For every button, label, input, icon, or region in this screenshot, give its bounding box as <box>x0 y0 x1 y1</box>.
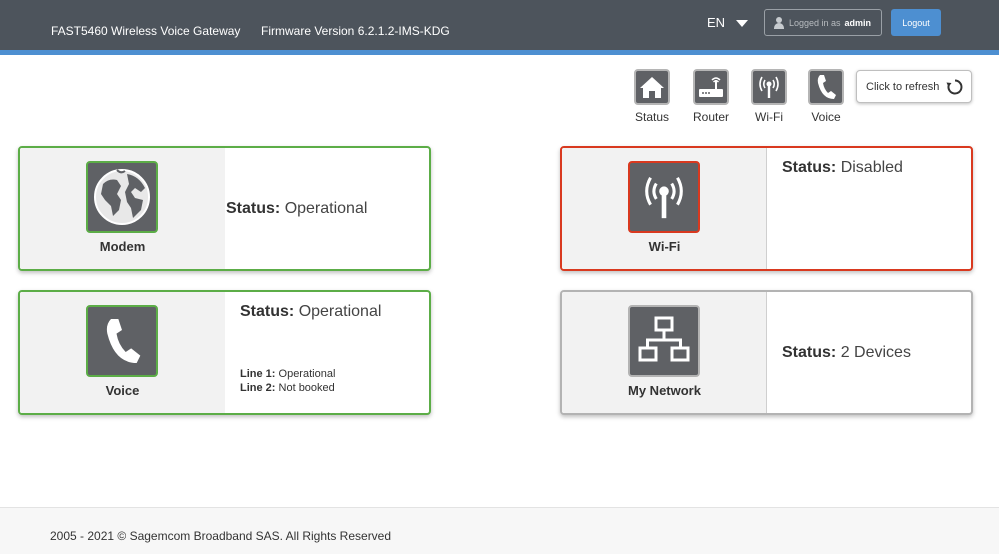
wifi-status: Status: Disabled <box>782 159 903 177</box>
wifi-status-key: Status: <box>782 159 837 176</box>
voice-line-1: Line 1: Operational <box>240 367 335 381</box>
logged-in-label: Logged in as <box>789 17 841 28</box>
voice-status-key: Status: <box>240 303 295 320</box>
voice-line-2-value: Not booked <box>278 382 335 394</box>
voice-line-1-value: Operational <box>278 368 336 380</box>
refresh-icon <box>946 79 963 94</box>
voice-lines: Line 1: Operational Line 2: Not booked <box>240 367 335 395</box>
modem-status: Status: Operational <box>226 200 367 218</box>
quicknav-router[interactable]: Router <box>689 69 733 124</box>
modem-status-value: Operational <box>284 200 368 217</box>
phone-handset-icon <box>808 69 844 105</box>
wifi-status-value: Disabled <box>840 159 903 176</box>
header-accent-line <box>0 50 999 55</box>
device-name: FAST5460 Wireless Voice Gateway <box>51 24 241 38</box>
my-network-status-value: 2 Devices <box>840 344 911 361</box>
router-icon <box>693 69 729 105</box>
modem-card-title: Modem <box>99 239 146 254</box>
voice-line-1-key: Line 1: <box>240 368 276 380</box>
phone-handset-icon <box>86 305 158 377</box>
refresh-button[interactable]: Click to refresh <box>856 70 972 103</box>
quicknav-status-label: Status <box>634 110 670 124</box>
voice-line-2-key: Line 2: <box>240 382 276 394</box>
wifi-card[interactable]: Wi-Fi Status: Disabled <box>560 146 973 271</box>
my-network-status: Status: 2 Devices <box>782 344 911 362</box>
logged-in-user: Logged in as admin <box>764 9 882 36</box>
quicknav-wifi[interactable]: Wi-Fi <box>751 69 787 124</box>
quicknav-router-label: Router <box>692 110 730 124</box>
quicknav-voice[interactable]: Voice <box>808 69 844 124</box>
refresh-label: Click to refresh <box>866 80 940 93</box>
my-network-status-key: Status: <box>782 344 837 361</box>
quicknav-voice-label: Voice <box>811 110 841 124</box>
firmware-version: Firmware Version 6.2.1.2-IMS-KDG <box>261 24 450 38</box>
user-icon <box>774 16 784 29</box>
wifi-antenna-icon <box>628 161 700 233</box>
voice-card[interactable]: Voice Status: Operational Line 1: Operat… <box>18 290 431 415</box>
language-selector[interactable]: EN <box>707 15 749 30</box>
footer: 2005 - 2021 © Sagemcom Broadband SAS. Al… <box>0 508 999 554</box>
voice-status-value: Operational <box>298 303 382 320</box>
username: admin <box>844 17 872 28</box>
network-tree-icon <box>628 305 700 377</box>
chevron-down-icon <box>736 19 749 27</box>
voice-line-2: Line 2: Not booked <box>240 381 335 395</box>
quicknav-status[interactable]: Status <box>632 69 672 124</box>
wifi-antenna-icon <box>751 69 787 105</box>
modem-card[interactable]: Modem Status: Operational <box>18 146 431 271</box>
voice-status: Status: Operational <box>240 303 381 321</box>
language-label: EN <box>707 15 726 30</box>
logout-button[interactable]: Logout <box>891 9 941 36</box>
quicknav-wifi-label: Wi-Fi <box>755 110 783 124</box>
globe-icon <box>86 161 158 233</box>
voice-card-title: Voice <box>105 383 140 398</box>
modem-status-key: Status: <box>226 200 281 217</box>
my-network-card-title: My Network <box>628 383 701 398</box>
copyright: 2005 - 2021 © Sagemcom Broadband SAS. Al… <box>50 529 392 543</box>
my-network-card[interactable]: My Network Status: 2 Devices <box>560 290 973 415</box>
wifi-card-title: Wi-Fi <box>648 239 681 254</box>
house-icon <box>634 69 670 105</box>
